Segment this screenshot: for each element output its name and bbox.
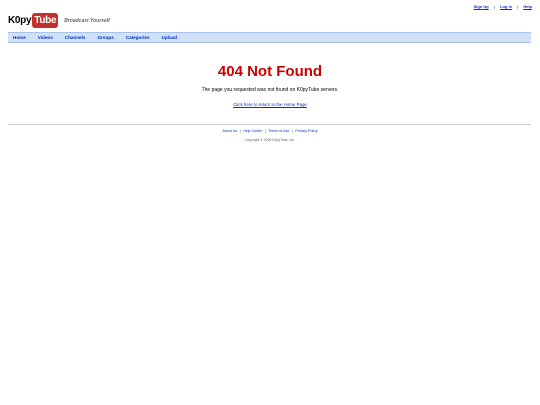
nav-videos[interactable]: Videos bbox=[38, 35, 53, 40]
error-title: 404 Not Found bbox=[217, 63, 323, 80]
nav-groups[interactable]: Groups bbox=[97, 35, 113, 40]
about-us-link[interactable]: About Us bbox=[222, 129, 237, 133]
error-content: 404 Not Found The page you requested was… bbox=[0, 62, 540, 111]
help-link[interactable]: Help bbox=[523, 4, 532, 9]
footer-links: About Us | Help Center | Terms of Use | … bbox=[0, 129, 540, 133]
logo-prefix: K0py bbox=[8, 15, 32, 26]
help-center-link[interactable]: Help Center bbox=[243, 129, 262, 133]
footer-divider bbox=[8, 124, 531, 125]
nav-channels[interactable]: Channels bbox=[65, 35, 86, 40]
separator: | bbox=[239, 129, 241, 133]
copyright: Copyright © 2006 K0pyTube, Inc. bbox=[244, 138, 296, 142]
account-links: Sign Up | Log In | Help bbox=[474, 4, 532, 9]
separator: | bbox=[517, 4, 519, 9]
separator: | bbox=[264, 129, 266, 133]
terms-of-use-link[interactable]: Terms of Use bbox=[268, 129, 289, 133]
site-logo[interactable]: K0py Tube Broadcast Yourself bbox=[8, 13, 110, 28]
separator: | bbox=[493, 4, 495, 9]
main-nav: Home Videos Channels Groups Categories U… bbox=[8, 32, 531, 43]
nav-home[interactable]: Home bbox=[13, 35, 26, 40]
error-message: The page you requested was not found on … bbox=[201, 87, 339, 93]
return-home-link[interactable]: Click here to return to the Home Page bbox=[233, 102, 307, 107]
sign-up-link[interactable]: Sign Up bbox=[474, 4, 489, 9]
nav-upload[interactable]: Upload bbox=[162, 35, 178, 40]
page: Sign Up | Log In | Help K0py Tube Broadc… bbox=[0, 0, 540, 405]
separator: | bbox=[291, 129, 293, 133]
tagline: Broadcast Yourself bbox=[64, 17, 110, 24]
logo-tube-badge: Tube bbox=[32, 13, 59, 28]
privacy-policy-link[interactable]: Privacy Policy bbox=[295, 129, 317, 133]
log-in-link[interactable]: Log In bbox=[500, 4, 512, 9]
nav-categories[interactable]: Categories bbox=[126, 35, 150, 40]
